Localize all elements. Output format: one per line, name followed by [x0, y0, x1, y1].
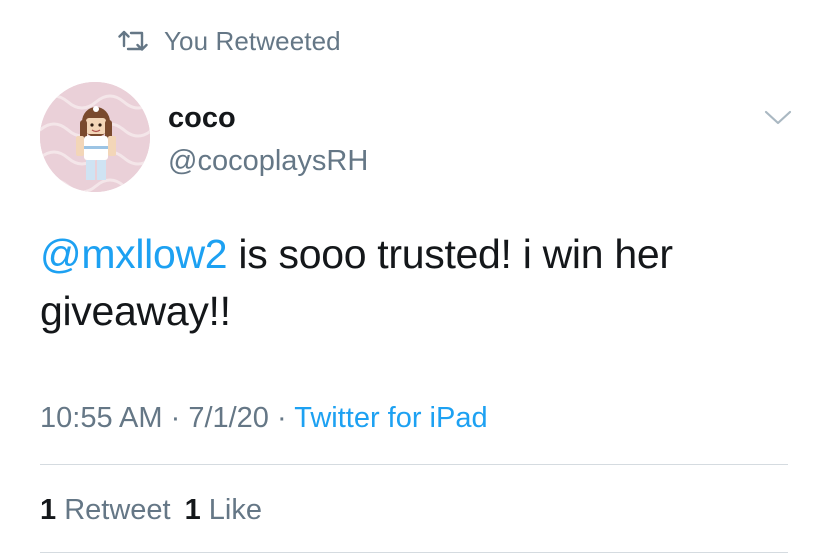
like-stat-label: Like [208, 494, 262, 526]
tweet-detail-page: You Retweeted coco @cocoplaysRH @mxllow2… [0, 0, 828, 556]
retweet-count: 1 [40, 494, 57, 526]
tweet-mention-link[interactable]: @mxllow2 [40, 231, 228, 277]
tweet-date: 7/1/20 [188, 402, 269, 434]
author-display-name[interactable]: coco [168, 98, 236, 138]
retweet-icon [118, 30, 148, 52]
tweet-text: @mxllow2 is sooo trusted! i win her give… [40, 226, 800, 340]
like-count: 1 [184, 494, 201, 526]
likes-stat[interactable]: 1 Like [185, 494, 262, 526]
chevron-down-icon[interactable] [762, 104, 794, 130]
tweet-time: 10:55 AM [40, 402, 163, 434]
tweet-stats: 1 Retweet 1 Like [40, 490, 262, 530]
profile-avatar[interactable] [40, 82, 150, 192]
tweet-source-link[interactable]: Twitter for iPad [294, 402, 487, 434]
retweets-stat[interactable]: 1 Retweet [40, 494, 171, 526]
divider [40, 552, 788, 553]
meta-separator: · [162, 402, 189, 434]
meta-separator: · [268, 402, 295, 434]
retweet-banner-label: You Retweeted [164, 25, 341, 56]
retweet-stat-label: Retweet [64, 494, 171, 526]
author-handle[interactable]: @cocoplaysRH [168, 141, 368, 181]
tweet-meta: 10:55 AM · 7/1/20 · Twitter for iPad [40, 398, 488, 438]
retweet-banner: You Retweeted [118, 24, 341, 58]
divider [40, 464, 788, 465]
